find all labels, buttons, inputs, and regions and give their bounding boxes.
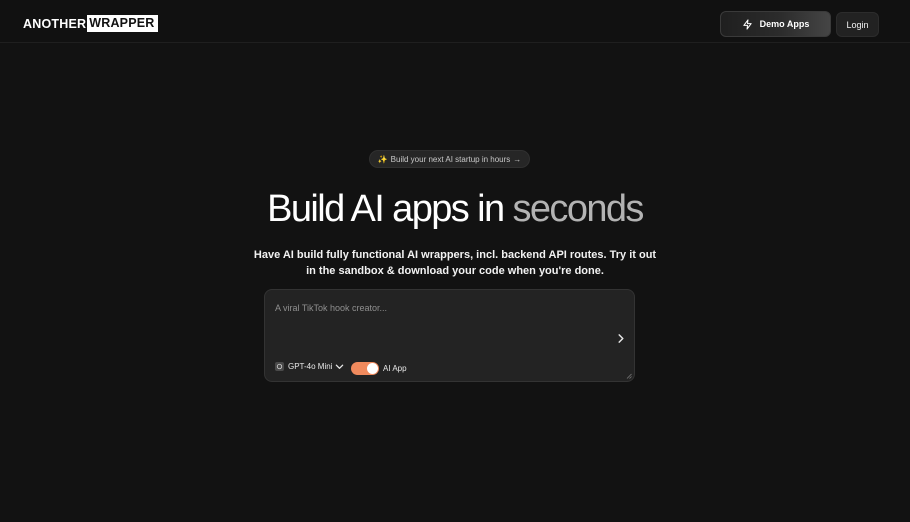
page: ANOTHER WRAPPER Demo Apps Login ✨ Build … (0, 0, 910, 522)
hero-title: Build AI apps in seconds (0, 184, 910, 234)
logo-text-wrapper: WRAPPER (87, 15, 158, 32)
toggle-knob (367, 363, 378, 374)
sparkle-icon: ✨ (377, 154, 388, 164)
arrow-right-icon: → (513, 154, 522, 164)
ai-app-toggle-group: AI App (351, 362, 407, 375)
login-label: Login (846, 19, 869, 30)
demo-apps-label: Demo Apps (759, 19, 810, 29)
model-logo-icon (275, 362, 284, 371)
announcement-badge[interactable]: ✨ Build your next AI startup in hours → (369, 150, 530, 168)
resize-handle-icon[interactable] (626, 373, 632, 379)
ai-app-toggle[interactable] (351, 362, 379, 375)
lightning-icon (742, 18, 752, 30)
logo[interactable]: ANOTHER WRAPPER (23, 15, 158, 32)
model-select[interactable]: GPT-4o Mini (275, 362, 344, 371)
announcement-text: Build your next AI startup in hours (390, 154, 511, 164)
login-button[interactable]: Login (836, 12, 879, 37)
prompt-input[interactable] (275, 300, 595, 316)
hero-subtitle: Have AI build fully functional AI wrappe… (253, 249, 657, 277)
top-navbar: ANOTHER WRAPPER Demo Apps Login (0, 0, 910, 43)
hero-title-accent: seconds (512, 188, 644, 230)
prompt-box: GPT-4o Mini AI App (264, 289, 635, 382)
chevron-down-icon (336, 364, 344, 369)
model-select-value: GPT-4o Mini (288, 362, 333, 371)
logo-text-another: ANOTHER (23, 16, 87, 31)
chevron-right-icon (618, 333, 624, 343)
submit-button[interactable] (615, 332, 627, 344)
ai-app-toggle-label: AI App (383, 364, 407, 373)
demo-apps-button[interactable]: Demo Apps (720, 11, 831, 37)
hero-title-main: Build AI apps in (267, 188, 513, 230)
